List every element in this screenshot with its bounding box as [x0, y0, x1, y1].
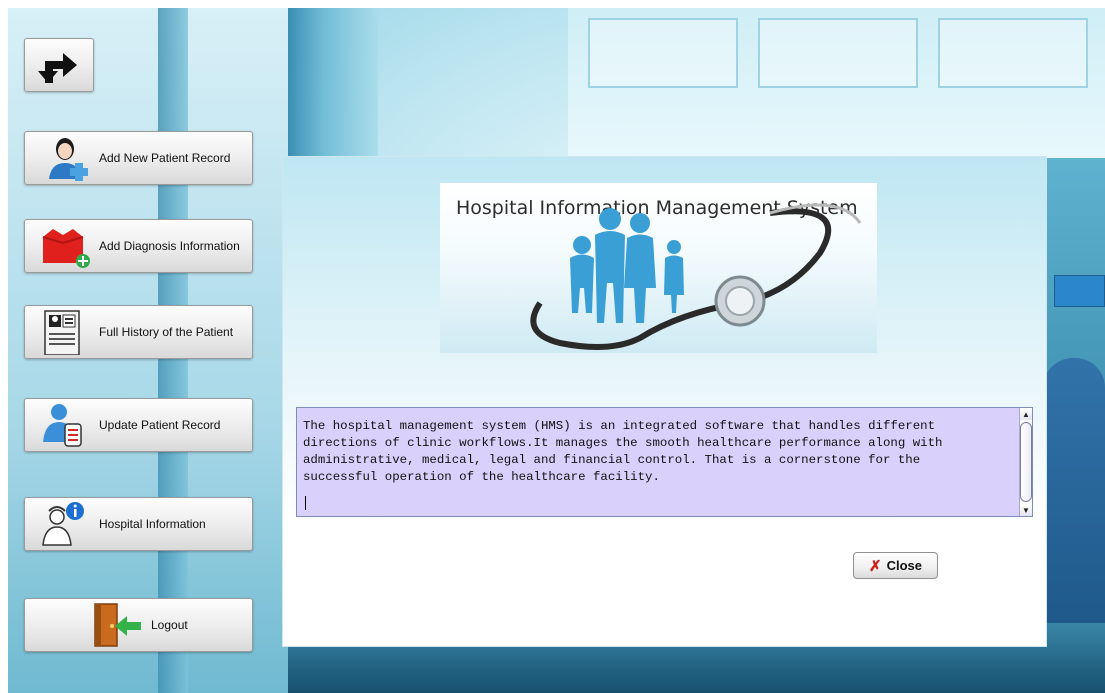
ceiling-panel: [588, 18, 738, 88]
update-record-icon: [39, 402, 95, 448]
patient-history-icon: [39, 309, 95, 356]
hospital-information-button[interactable]: Hospital Information: [24, 497, 253, 551]
scroll-down-arrow-icon[interactable]: ▼: [1020, 504, 1032, 516]
scrollbar-thumb[interactable]: [1020, 422, 1032, 502]
scroll-up-arrow-icon[interactable]: ▲: [1020, 408, 1032, 420]
text-cursor: [305, 496, 306, 510]
update-patient-record-button[interactable]: Update Patient Record: [24, 398, 253, 452]
ceiling-panel: [758, 18, 918, 88]
nav-label: Add New Patient Record: [99, 151, 231, 165]
nav-label: Full History of the Patient: [99, 325, 234, 339]
hospital-info-icon: [39, 501, 95, 547]
background-sign: [1054, 275, 1105, 307]
hms-banner-image: Hospital Information Management System: [440, 183, 877, 353]
close-button[interactable]: ✗ Close: [853, 552, 938, 579]
nav-label: Add Diagnosis Information: [99, 239, 240, 253]
logout-button[interactable]: Logout: [24, 598, 253, 652]
nav-label: Hospital Information: [99, 517, 206, 531]
add-diagnosis-icon: [39, 223, 95, 269]
hospital-info-text: The hospital management system (HMS) is …: [303, 419, 943, 484]
hospital-information-dialog: Hospital Information Management System T…: [282, 156, 1047, 647]
nav-label: Logout: [151, 618, 188, 632]
hospital-info-textarea[interactable]: The hospital management system (HMS) is …: [296, 407, 1033, 517]
full-history-of-the-patient-button[interactable]: Full History of the Patient: [24, 305, 253, 359]
logout-door-icon: [91, 602, 147, 648]
nav-label: Update Patient Record: [99, 418, 221, 432]
add-diagnosis-information-button[interactable]: Add Diagnosis Information: [24, 219, 253, 273]
family-stethoscope-icon: [530, 203, 862, 350]
turn-arrow-icon: [38, 53, 77, 83]
background-ceiling: [568, 8, 1105, 158]
close-button-label: Close: [886, 558, 922, 573]
close-x-icon: ✗: [869, 557, 882, 575]
add-patient-icon: [39, 135, 95, 181]
add-new-patient-record-button[interactable]: Add New Patient Record: [24, 131, 253, 185]
back-button[interactable]: [24, 38, 94, 92]
vertical-scrollbar[interactable]: ▲ ▼: [1019, 408, 1032, 516]
ceiling-panel: [938, 18, 1088, 88]
